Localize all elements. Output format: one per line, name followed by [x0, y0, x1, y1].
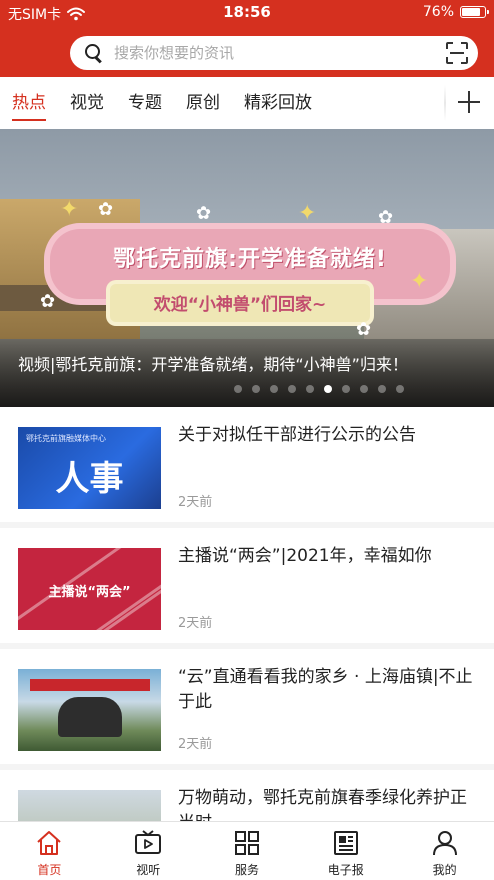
search-icon — [84, 43, 104, 63]
battery-percent: 76% — [422, 4, 454, 20]
news-title: 主播说“两会”|2021年，幸福如你 — [178, 546, 432, 566]
bottom-tab-label: 电子报 — [327, 863, 364, 877]
app-header: 无SIM卡 18:56 76% — [0, 0, 494, 77]
carousel-dot[interactable] — [234, 385, 242, 393]
scan-icon[interactable] — [446, 42, 468, 64]
category-tabs: 热点 视觉 专题 原创 精彩回放 — [0, 77, 494, 129]
sparkle-icon: ✦ — [298, 201, 317, 226]
carousel-dot[interactable] — [288, 385, 296, 393]
news-thumbnail: 鄂托克前旗融媒体中心 人事 — [18, 427, 161, 509]
newspaper-icon — [333, 831, 358, 855]
banner-headline: 鄂托克前旗:开学准备就绪! — [113, 247, 387, 272]
news-item[interactable]: 鄂托克前旗融媒体中心 人事 关于对拟任干部进行公示的公告 2天前 — [0, 407, 494, 528]
tabs-divider — [444, 85, 446, 121]
carousel-dot[interactable] — [360, 385, 368, 393]
bottom-tab-label: 视听 — [136, 863, 161, 877]
home-icon — [37, 831, 62, 855]
banner-ribbon-text: 欢迎“小神兽”们回家~ — [153, 295, 327, 315]
search-input[interactable] — [114, 44, 414, 62]
banner-carousel[interactable]: 鄂托克前旗:开学准备就绪! 欢迎“小神兽”们回家~ ✦ ✦ ✦ ✿ ✿ ✿ ✿ … — [0, 129, 494, 407]
bottom-tab-epaper[interactable]: 电子报 — [296, 822, 395, 880]
tab-hot[interactable]: 热点 — [12, 77, 46, 129]
grid-icon — [234, 831, 259, 855]
news-time: 2天前 — [178, 737, 213, 752]
bottom-tab-label: 首页 — [37, 863, 62, 877]
sparkle-icon: ✦ — [410, 269, 429, 294]
news-time: 2天前 — [178, 495, 213, 510]
flower-icon: ✿ — [40, 291, 56, 312]
news-title: “云”直通看看我的家乡 · 上海庙镇|不止于此 — [178, 667, 473, 712]
bottom-tab-label: 我的 — [432, 863, 457, 877]
carousel-dot[interactable] — [396, 385, 404, 393]
news-title: 关于对拟任干部进行公示的公告 — [178, 425, 416, 445]
carousel-dot[interactable] — [252, 385, 260, 393]
carousel-dot[interactable] — [306, 385, 314, 393]
status-time: 18:56 — [223, 3, 271, 21]
banner-caption: 视频|鄂托克前旗：开学准备就绪，期待“小神兽”归来！ — [18, 355, 408, 374]
news-list: 鄂托克前旗融媒体中心 人事 关于对拟任干部进行公示的公告 2天前 主播说“两会”… — [0, 407, 494, 880]
thumb-text: 主播说“两会” — [48, 585, 131, 600]
bottom-tab-profile[interactable]: 我的 — [395, 822, 494, 880]
status-right: 76% — [422, 4, 489, 20]
bottom-tab-services[interactable]: 服务 — [198, 822, 297, 880]
news-thumbnail: 主播说“两会” — [18, 548, 161, 630]
thumb-text: 人事 — [55, 459, 124, 499]
battery-icon — [460, 6, 489, 18]
sparkle-icon: ✦ — [60, 197, 79, 222]
plus-icon[interactable] — [458, 91, 480, 113]
bottom-tab-bar: 首页 视听 服务 电子报 我的 — [0, 821, 494, 880]
news-time: 2天前 — [178, 616, 213, 631]
carousel-dot-active[interactable] — [324, 385, 332, 393]
tab-visual[interactable]: 视觉 — [70, 77, 104, 129]
flower-icon: ✿ — [196, 203, 212, 224]
carousel-dot[interactable] — [378, 385, 386, 393]
person-icon — [432, 831, 457, 856]
news-item[interactable]: 主播说“两会” 主播说“两会”|2021年，幸福如你 2天前 — [0, 528, 494, 649]
thumb-caption: 鄂托克前旗融媒体中心 — [26, 434, 106, 443]
bottom-tab-video[interactable]: 视听 — [99, 822, 198, 880]
carousel-dots — [234, 385, 404, 393]
carousel-dot[interactable] — [342, 385, 350, 393]
bottom-tab-label: 服务 — [234, 863, 259, 877]
carousel-dot[interactable] — [270, 385, 278, 393]
flower-icon: ✿ — [98, 199, 114, 220]
news-item[interactable]: “云”直通看看我的家乡 · 上海庙镇|不止于此 2天前 — [0, 649, 494, 770]
tab-original[interactable]: 原创 — [186, 77, 220, 129]
bottom-tab-home[interactable]: 首页 — [0, 822, 99, 880]
news-thumbnail — [18, 669, 161, 751]
flower-icon: ✿ — [378, 207, 394, 228]
search-bar[interactable] — [70, 36, 478, 70]
tab-replay[interactable]: 精彩回放 — [244, 77, 312, 129]
video-icon — [135, 830, 162, 854]
tab-topics[interactable]: 专题 — [128, 77, 162, 129]
status-bar: 无SIM卡 18:56 76% — [0, 0, 494, 26]
